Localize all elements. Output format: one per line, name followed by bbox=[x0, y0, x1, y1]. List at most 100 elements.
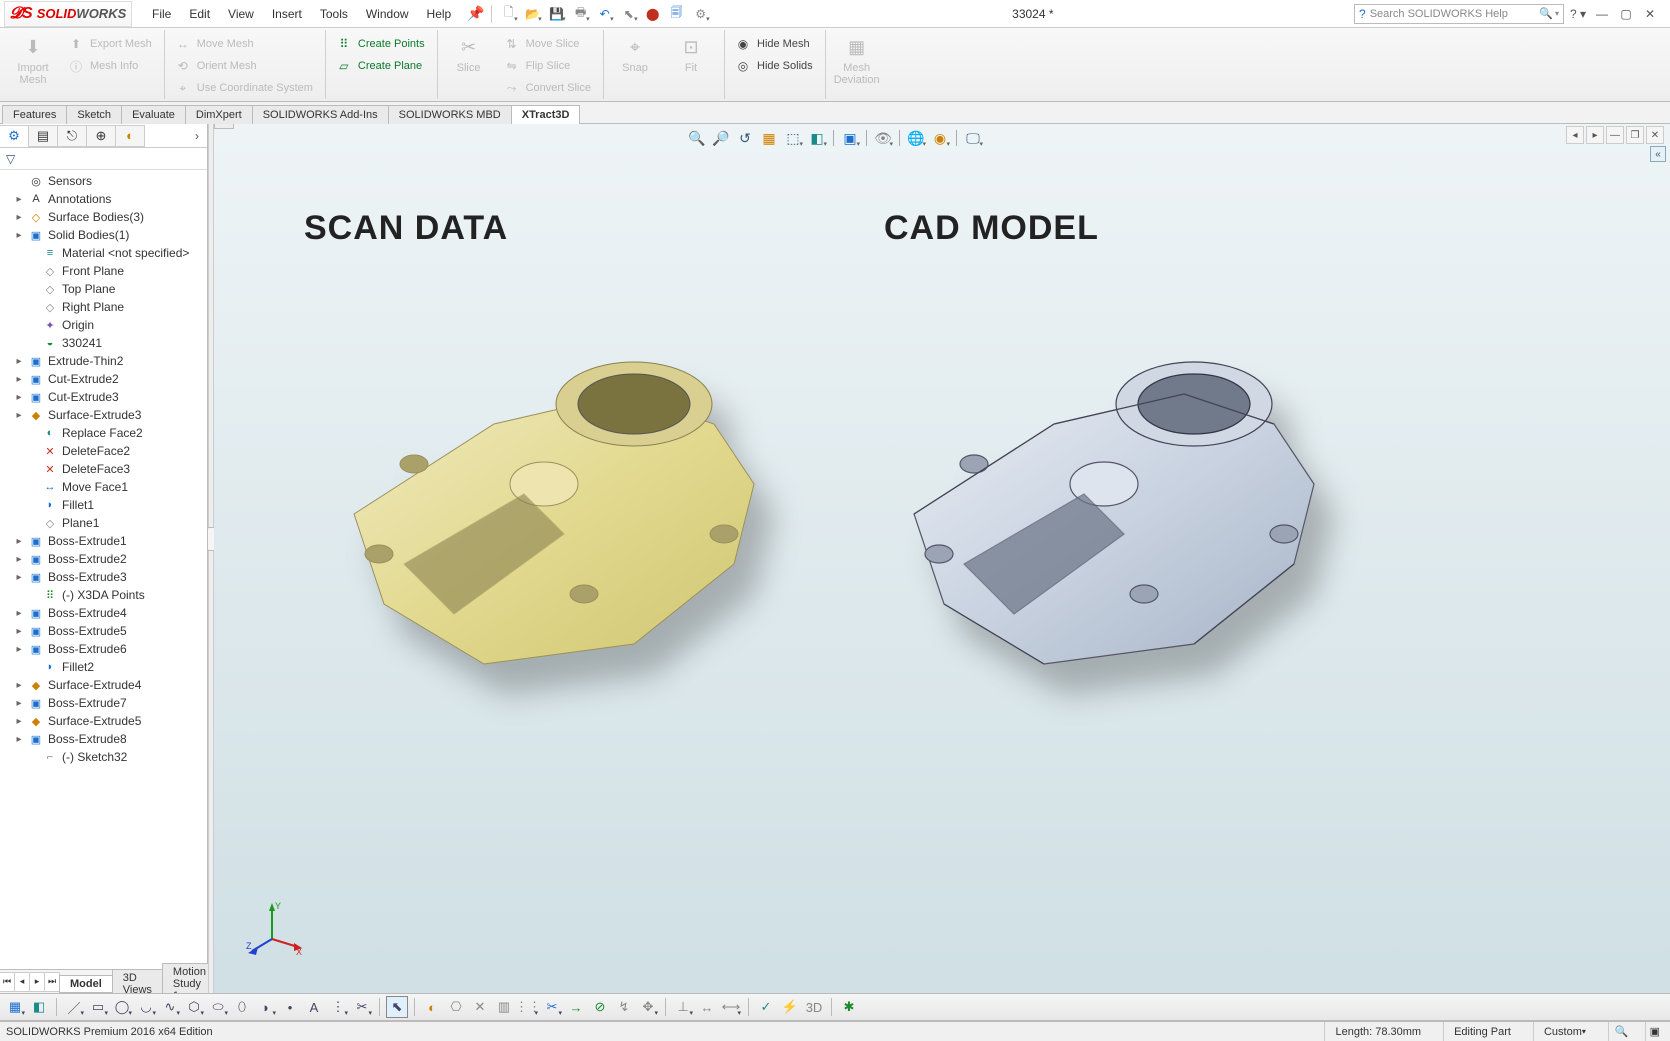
create-points-button[interactable]: ⠿Create Points bbox=[332, 34, 429, 54]
menu-view[interactable]: View bbox=[220, 1, 262, 27]
viewport-split-handle[interactable] bbox=[214, 124, 234, 129]
doc-next[interactable]: ▸ bbox=[1586, 126, 1604, 144]
tab-last[interactable]: ⏭ bbox=[44, 972, 60, 992]
menu-window[interactable]: Window bbox=[358, 1, 417, 27]
sk-jog[interactable]: ↯ bbox=[613, 996, 635, 1018]
menu-help[interactable]: Help bbox=[419, 1, 460, 27]
convert-slice-button[interactable]: ⤳Convert Slice bbox=[500, 78, 595, 98]
tree-node[interactable]: ▸▣Boss-Extrude2 bbox=[0, 550, 207, 568]
expand-icon[interactable]: ▸ bbox=[14, 392, 24, 403]
tree-node[interactable]: ▸▣Boss-Extrude8 bbox=[0, 730, 207, 748]
expand-icon[interactable]: ▸ bbox=[14, 572, 24, 583]
apply-scene-button[interactable]: 🌐▾ bbox=[905, 127, 927, 149]
status-zoom[interactable]: 🔍 bbox=[1608, 1022, 1633, 1041]
tree-node[interactable]: ◇Plane1 bbox=[0, 514, 207, 532]
model-tab[interactable]: Model bbox=[59, 975, 113, 993]
prev-view-button[interactable]: ↺ bbox=[734, 127, 756, 149]
sk-3d[interactable]: 3D bbox=[803, 996, 825, 1018]
tree-node[interactable]: ⠿(-) X3DA Points bbox=[0, 586, 207, 604]
tree-node[interactable]: ▸▣Extrude-Thin2 bbox=[0, 352, 207, 370]
sk-ellipse[interactable]: ⬯ bbox=[231, 996, 253, 1018]
sk-repair[interactable]: ✓ bbox=[755, 996, 777, 1018]
expand-icon[interactable]: ▸ bbox=[14, 410, 24, 421]
sk-split[interactable]: ⊘ bbox=[589, 996, 611, 1018]
sk-centerline[interactable]: ⋮▾ bbox=[327, 996, 349, 1018]
tab-addins[interactable]: SOLIDWORKS Add-Ins bbox=[252, 105, 389, 124]
section-view-button[interactable]: ▦ bbox=[758, 127, 780, 149]
expand-icon[interactable]: ▸ bbox=[14, 194, 24, 205]
help-search[interactable]: ? Search SOLIDWORKS Help 🔍 ▾ bbox=[1354, 4, 1564, 24]
snap-button[interactable]: ⌖Snap bbox=[608, 32, 662, 76]
tree-node[interactable]: ▸AAnnotations bbox=[0, 190, 207, 208]
tree-node[interactable]: ✦Origin bbox=[0, 316, 207, 334]
slice-button[interactable]: ✂Slice bbox=[442, 32, 496, 76]
tree-node[interactable]: ⌐(-) Sketch32 bbox=[0, 748, 207, 766]
sk-relation[interactable]: ⊥▾ bbox=[672, 996, 694, 1018]
tab-prev[interactable]: ◂ bbox=[14, 972, 30, 992]
tree-node[interactable]: ▸▣Cut-Extrude2 bbox=[0, 370, 207, 388]
feature-tree[interactable]: ◎Sensors▸AAnnotations▸◇Surface Bodies(3)… bbox=[0, 170, 207, 1003]
menu-edit[interactable]: Edit bbox=[181, 1, 218, 27]
sk-point[interactable]: • bbox=[279, 996, 301, 1018]
task-pane-toggle[interactable]: « bbox=[1650, 146, 1666, 162]
create-plane-button[interactable]: ▱Create Plane bbox=[332, 56, 429, 76]
fm-tab-config[interactable]: ⎋ bbox=[57, 125, 87, 147]
tree-node[interactable]: ↔Move Face1 bbox=[0, 478, 207, 496]
view-settings-button[interactable]: ◉▾ bbox=[929, 127, 951, 149]
tree-node[interactable]: ◇Right Plane bbox=[0, 298, 207, 316]
sk-line[interactable]: ／▾ bbox=[63, 996, 85, 1018]
sk-settings[interactable]: ✱ bbox=[838, 996, 860, 1018]
doc-prev[interactable]: ◂ bbox=[1566, 126, 1584, 144]
fit-button[interactable]: ⊡Fit bbox=[664, 32, 718, 76]
viewport-layout-button[interactable]: 🖵▾ bbox=[962, 127, 984, 149]
hide-mesh-button[interactable]: ◉Hide Mesh bbox=[731, 34, 817, 54]
expand-icon[interactable]: ▸ bbox=[14, 626, 24, 637]
tab-evaluate[interactable]: Evaluate bbox=[121, 105, 186, 124]
sk-spline[interactable]: ∿▾ bbox=[159, 996, 181, 1018]
tree-node[interactable]: ▸▣Boss-Extrude3 bbox=[0, 568, 207, 586]
fm-filter-bar[interactable]: ▽ bbox=[0, 148, 207, 170]
new-button[interactable]: 🗋▾ bbox=[498, 3, 520, 25]
sk-dim[interactable]: ↔ bbox=[696, 996, 718, 1018]
sk-trim[interactable]: ✂▾ bbox=[541, 996, 563, 1018]
maximize-button[interactable]: ▢ bbox=[1616, 4, 1636, 24]
tree-node[interactable]: ▸▣Cut-Extrude3 bbox=[0, 388, 207, 406]
open-button[interactable]: 📂▾ bbox=[522, 3, 544, 25]
fm-tab-overflow[interactable]: › bbox=[187, 129, 207, 143]
sk-trim-group[interactable]: ✂▾ bbox=[351, 996, 373, 1018]
search-dropdown-icon[interactable]: ▾ bbox=[1555, 9, 1559, 18]
tree-node[interactable]: ▸▣Boss-Extrude1 bbox=[0, 532, 207, 550]
tree-node[interactable]: ▸◆Surface-Extrude3 bbox=[0, 406, 207, 424]
sk-pattern[interactable]: ⋮⋮▾ bbox=[517, 996, 539, 1018]
sk-poly[interactable]: ⬡▾ bbox=[183, 996, 205, 1018]
sk-move[interactable]: ✥▾ bbox=[637, 996, 659, 1018]
sk-fillet[interactable]: ◗▾ bbox=[255, 996, 277, 1018]
expand-icon[interactable]: ▸ bbox=[14, 644, 24, 655]
sk-btn-1[interactable]: ▦▾ bbox=[4, 996, 26, 1018]
expand-icon[interactable]: ▸ bbox=[14, 554, 24, 565]
undo-button[interactable]: ↶▾ bbox=[594, 3, 616, 25]
settings-button[interactable]: ⚙▾ bbox=[690, 3, 712, 25]
tree-node[interactable]: ◒330241 bbox=[0, 334, 207, 352]
tree-node[interactable]: ▸▣Solid Bodies(1) bbox=[0, 226, 207, 244]
doc-restore[interactable]: ❐ bbox=[1626, 126, 1644, 144]
help-dropdown[interactable]: ? ▾ bbox=[1568, 4, 1588, 24]
mesh-deviation-button[interactable]: ▦Mesh Deviation bbox=[830, 32, 884, 88]
display-style-button[interactable]: ◧▾ bbox=[806, 127, 828, 149]
tab-dimxpert[interactable]: DimXpert bbox=[185, 105, 253, 124]
sk-dim2[interactable]: ⟷▾ bbox=[720, 996, 742, 1018]
tab-mbd[interactable]: SOLIDWORKS MBD bbox=[388, 105, 512, 124]
sk-quick[interactable]: ⚡ bbox=[779, 996, 801, 1018]
save-button[interactable]: 💾▾ bbox=[546, 3, 568, 25]
pin-menu-icon[interactable]: 📌 bbox=[467, 5, 484, 22]
fm-tab-display[interactable]: ◐ bbox=[115, 125, 145, 147]
tree-node[interactable]: ≡Material <not specified> bbox=[0, 244, 207, 262]
tree-node[interactable]: ▸▣Boss-Extrude5 bbox=[0, 622, 207, 640]
tree-node[interactable]: ▸◇Surface Bodies(3) bbox=[0, 208, 207, 226]
select-button[interactable]: ⬉▾ bbox=[618, 3, 640, 25]
tree-node[interactable]: ▸▣Boss-Extrude7 bbox=[0, 694, 207, 712]
minimize-button[interactable]: — bbox=[1592, 4, 1612, 24]
sk-rect[interactable]: ▭▾ bbox=[87, 996, 109, 1018]
tree-node[interactable]: ✕DeleteFace3 bbox=[0, 460, 207, 478]
expand-icon[interactable]: ▸ bbox=[14, 212, 24, 223]
